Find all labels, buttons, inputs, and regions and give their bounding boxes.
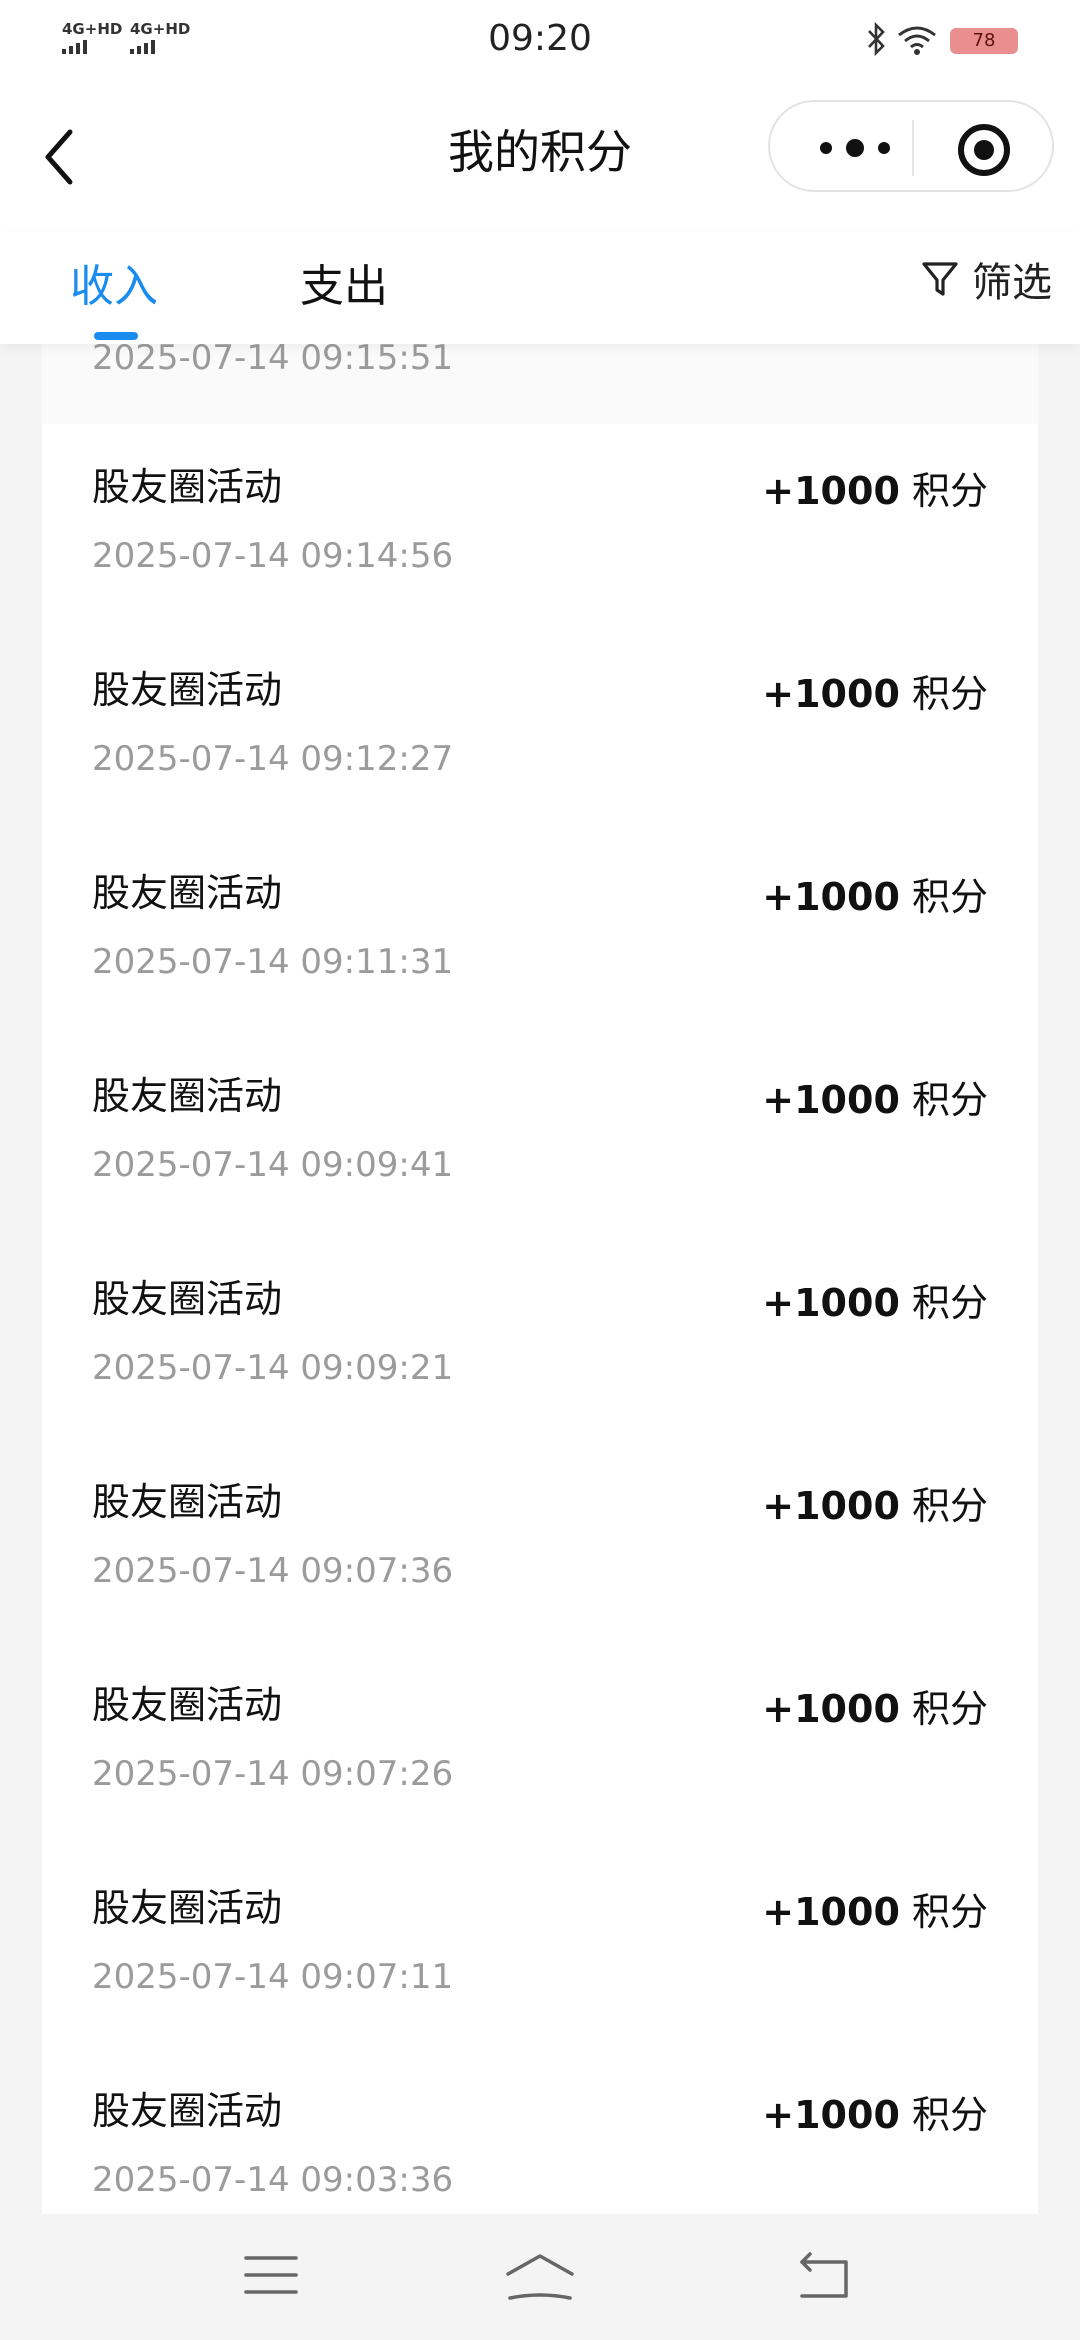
record-title: 股友圈活动 (92, 1074, 283, 1118)
list-item-partial[interactable]: 2025-07-14 09:15:51 (42, 344, 1038, 424)
record-title: 股友圈活动 (92, 1886, 283, 1930)
amount-unit: 积分 (911, 875, 988, 919)
amount-value: +1000 (762, 875, 900, 919)
tab-expense[interactable]: 支出 (300, 250, 388, 314)
wifi-icon (898, 26, 936, 55)
record-time: 2025-07-14 09:07:36 (92, 1551, 454, 1591)
amount-unit: 积分 (911, 1687, 988, 1731)
record-time: 2025-07-14 09:15:51 (92, 344, 454, 378)
list-item[interactable]: 股友圈活动 +1000 积分 2025-07-14 09:12:27 (42, 655, 1038, 858)
amount-unit: 积分 (911, 1484, 988, 1528)
filter-button[interactable]: 筛选 (920, 250, 1052, 308)
record-amount: +1000 积分 (762, 1272, 988, 1327)
system-nav-bar (0, 2214, 1080, 2340)
record-amount: +1000 积分 (762, 1069, 988, 1124)
amount-value: +1000 (762, 1078, 900, 1122)
list-item[interactable]: 股友圈活动 +1000 积分 2025-07-14 09:07:36 (42, 1467, 1038, 1670)
amount-unit: 积分 (911, 672, 988, 716)
amount-value: +1000 (762, 2093, 900, 2137)
home-icon[interactable] (504, 2252, 576, 2304)
amount-unit: 积分 (911, 1890, 988, 1934)
status-bar: 4G+HD 4G+HD 09:20 78 (0, 0, 1080, 82)
tab-bar: 收入 支出 筛选 (0, 232, 1080, 344)
record-time: 2025-07-14 09:07:26 (92, 1754, 454, 1794)
record-amount: +1000 积分 (762, 2084, 988, 2139)
more-icon[interactable] (810, 128, 900, 168)
amount-value: +1000 (762, 1687, 900, 1731)
record-title: 股友圈活动 (92, 465, 283, 509)
record-title: 股友圈活动 (92, 668, 283, 712)
filter-label: 筛选 (972, 260, 1052, 306)
battery-indicator: 78 (950, 28, 1018, 54)
bluetooth-icon (868, 22, 885, 56)
amount-value: +1000 (762, 672, 900, 716)
list-item[interactable]: 股友圈活动 +1000 积分 2025-07-14 09:07:11 (42, 1873, 1038, 2076)
return-icon[interactable] (796, 2252, 852, 2300)
tab-active-indicator (94, 332, 138, 340)
filter-icon (922, 262, 958, 296)
record-title: 股友圈活动 (92, 1277, 283, 1321)
record-time: 2025-07-14 09:09:41 (92, 1145, 454, 1185)
record-amount: +1000 积分 (762, 866, 988, 921)
menu-icon[interactable] (244, 2252, 298, 2298)
tab-income[interactable]: 收入 (70, 250, 158, 314)
list-item[interactable]: 股友圈活动 +1000 积分 2025-07-14 09:11:31 (42, 858, 1038, 1061)
record-time: 2025-07-14 09:11:31 (92, 942, 454, 982)
points-record-list[interactable]: 2025-07-14 09:15:51 股友圈活动 +1000 积分 2025-… (42, 344, 1038, 2214)
capsule-divider (912, 120, 914, 176)
mini-program-capsule (768, 100, 1054, 192)
amount-unit: 积分 (911, 1078, 988, 1122)
amount-unit: 积分 (911, 469, 988, 513)
record-time: 2025-07-14 09:14:56 (92, 536, 454, 576)
amount-unit: 积分 (911, 1281, 988, 1325)
title-bar: 我的积分 (0, 82, 1080, 232)
record-amount: +1000 积分 (762, 663, 988, 718)
record-title: 股友圈活动 (92, 2089, 283, 2133)
record-time: 2025-07-14 09:12:27 (92, 739, 454, 779)
record-time: 2025-07-14 09:09:21 (92, 1348, 454, 1388)
list-item[interactable]: 股友圈活动 +1000 积分 2025-07-14 09:09:21 (42, 1264, 1038, 1467)
amount-value: +1000 (762, 469, 900, 513)
target-icon[interactable] (956, 122, 1012, 178)
amount-value: +1000 (762, 1281, 900, 1325)
amount-value: +1000 (762, 1484, 900, 1528)
record-title: 股友圈活动 (92, 871, 283, 915)
record-amount: +1000 积分 (762, 1475, 988, 1530)
record-amount: +1000 积分 (762, 1881, 988, 1936)
record-title: 股友圈活动 (92, 1683, 283, 1727)
record-amount: +1000 积分 (762, 460, 988, 515)
record-title: 股友圈活动 (92, 1480, 283, 1524)
list-item[interactable]: 股友圈活动 +1000 积分 2025-07-14 09:07:26 (42, 1670, 1038, 1873)
amount-value: +1000 (762, 1890, 900, 1934)
list-item[interactable]: 股友圈活动 +1000 积分 2025-07-14 09:09:41 (42, 1061, 1038, 1264)
record-time: 2025-07-14 09:03:36 (92, 2160, 454, 2200)
list-item[interactable]: 股友圈活动 +1000 积分 2025-07-14 09:03:36 (42, 2076, 1038, 2214)
record-time: 2025-07-14 09:07:11 (92, 1957, 454, 1997)
list-item[interactable]: 股友圈活动 +1000 积分 2025-07-14 09:14:56 (42, 452, 1038, 655)
record-amount: +1000 积分 (762, 1678, 988, 1733)
amount-unit: 积分 (911, 2093, 988, 2137)
